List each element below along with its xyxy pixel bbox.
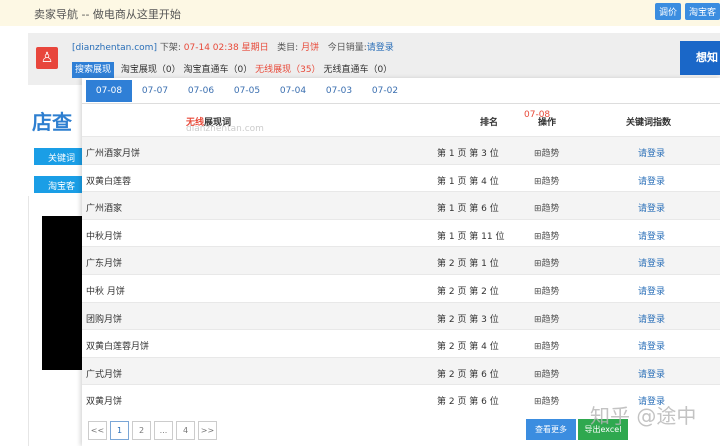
rank: 第 2 页 第 4 位	[437, 339, 499, 352]
table-row: 广州酒家月饼 第 1 页 第 3 位 ⊞趋势 请登录	[82, 136, 720, 164]
category-value: 月饼	[301, 43, 319, 53]
trend-link[interactable]: ⊞趋势	[534, 367, 560, 380]
tab-taobao-ztc[interactable]: 淘宝直通车（0）	[184, 65, 253, 75]
page-ellipsis: ...	[154, 421, 173, 440]
taobaoke-button[interactable]: 淘宝客	[685, 3, 720, 20]
trend-link[interactable]: ⊞趋势	[534, 174, 560, 187]
header-operation: 操作	[538, 115, 556, 128]
keyword-button[interactable]: 关键词	[34, 148, 82, 165]
page-4[interactable]: 4	[176, 421, 195, 440]
tab-wireless[interactable]: 无线展现（35）	[255, 65, 320, 75]
sales-label: 今日销量:	[328, 43, 367, 53]
adjust-price-button[interactable]: 调价	[655, 3, 681, 20]
keyword: 广州酒家月饼	[86, 146, 140, 159]
trend-link[interactable]: ⊞趋势	[534, 312, 560, 325]
login-link[interactable]: 请登录	[638, 367, 665, 380]
keyword: 广东月饼	[86, 256, 122, 269]
trend-link[interactable]: ⊞趋势	[534, 146, 560, 159]
page-1[interactable]: 1	[110, 421, 129, 440]
rank: 第 1 页 第 3 位	[437, 146, 499, 159]
trend-link[interactable]: ⊞趋势	[534, 229, 560, 242]
header-rank: 排名	[480, 115, 498, 128]
keyword: 广州酒家	[86, 201, 122, 214]
page-prev[interactable]: <<	[88, 421, 107, 440]
date-tab[interactable]: 07-07	[132, 80, 178, 102]
rank: 第 2 页 第 6 位	[437, 394, 499, 407]
login-link[interactable]: 请登录	[638, 174, 665, 187]
product-info: [dianzhentan.com] 下架: 07-14 02:38 星期日 类目…	[72, 40, 394, 53]
rank: 第 1 页 第 4 位	[437, 174, 499, 187]
rank: 第 1 页 第 11 位	[437, 229, 504, 242]
keyword: 广式月饼	[86, 367, 122, 380]
rank: 第 2 页 第 1 位	[437, 256, 499, 269]
site-logo: 店查	[32, 106, 72, 135]
table-row: 双黄白莲蓉 第 1 页 第 4 位 ⊞趋势 请登录	[82, 164, 720, 192]
date-tab[interactable]: 07-04	[270, 80, 316, 102]
exposure-tabs: 搜索展现 淘宝展现（0） 淘宝直通车（0） 无线展现（35） 无线直通车（0）	[72, 62, 392, 75]
login-link[interactable]: 请登录	[638, 339, 665, 352]
watermark-text: 知乎 @途中	[590, 400, 696, 429]
keyword-panel: 07-08 07-07 07-06 07-05 07-04 07-03 07-0…	[82, 78, 720, 446]
table-row: 中秋 月饼 第 2 页 第 2 位 ⊞趋势 请登录	[82, 274, 720, 302]
site-label: [dianzhentan.com]	[72, 43, 157, 53]
table-header: dianzhentan.com 无线展现词 排名 07-08 操作 关键词指数	[82, 106, 720, 136]
date-tab[interactable]: 07-08	[86, 80, 132, 102]
login-link[interactable]: 请登录	[638, 284, 665, 297]
tab-taobao[interactable]: 淘宝展现（0）	[121, 65, 181, 75]
date-tabs: 07-08 07-07 07-06 07-05 07-04 07-03 07-0…	[82, 78, 720, 104]
rank: 第 2 页 第 2 位	[437, 284, 499, 297]
keyword: 双黄白莲蓉月饼	[86, 339, 149, 352]
keyword: 团购月饼	[86, 312, 122, 325]
black-image	[42, 216, 82, 370]
category-label: 类目:	[277, 43, 298, 53]
login-link[interactable]: 请登录	[638, 312, 665, 325]
table-row: 广州酒家 第 1 页 第 6 位 ⊞趋势 请登录	[82, 191, 720, 219]
login-link[interactable]: 请登录	[638, 256, 665, 269]
table-row: 广式月饼 第 2 页 第 6 位 ⊞趋势 请登录	[82, 357, 720, 385]
trend-link[interactable]: ⊞趋势	[534, 339, 560, 352]
top-title: 卖家导航 -- 做电商从这里开始	[34, 6, 181, 22]
trend-link[interactable]: ⊞趋势	[534, 394, 560, 407]
ad-banner[interactable]: 想知	[680, 41, 720, 75]
page-next[interactable]: >>	[198, 421, 217, 440]
date-tab[interactable]: 07-05	[224, 80, 270, 102]
search-exposure-button[interactable]: 搜索展现	[72, 62, 114, 78]
login-link[interactable]: 请登录	[638, 229, 665, 242]
offline-label: 下架:	[160, 43, 181, 53]
trend-link[interactable]: ⊞趋势	[534, 256, 560, 269]
top-bar: 卖家导航 -- 做电商从这里开始 调价 淘宝客	[0, 0, 720, 26]
date-tab[interactable]: 07-06	[178, 80, 224, 102]
offline-time: 07-14 02:38 星期日	[184, 43, 269, 53]
keyword: 双黄白莲蓉	[86, 174, 131, 187]
header-index: 关键词指数	[626, 115, 671, 128]
header-watermark: dianzhentan.com	[186, 124, 264, 134]
rank: 第 2 页 第 6 位	[437, 367, 499, 380]
trend-link[interactable]: ⊞趋势	[534, 284, 560, 297]
date-tab[interactable]: 07-03	[316, 80, 362, 102]
table-row: 团购月饼 第 2 页 第 3 位 ⊞趋势 请登录	[82, 302, 720, 330]
login-link[interactable]: 请登录	[638, 146, 665, 159]
view-more-button[interactable]: 查看更多	[526, 419, 576, 440]
table-row: 广东月饼 第 2 页 第 1 位 ⊞趋势 请登录	[82, 246, 720, 274]
rank: 第 1 页 第 6 位	[437, 201, 499, 214]
rank: 第 2 页 第 3 位	[437, 312, 499, 325]
table-row: 双黄白莲蓉月饼 第 2 页 第 4 位 ⊞趋势 请登录	[82, 329, 720, 357]
tab-wireless-ztc[interactable]: 无线直通车（0）	[323, 65, 392, 75]
page-2[interactable]: 2	[132, 421, 151, 440]
date-tab[interactable]: 07-02	[362, 80, 408, 102]
table-row: 中秋月饼 第 1 页 第 11 位 ⊞趋势 请登录	[82, 219, 720, 247]
sales-login-link[interactable]: 请登录	[367, 43, 394, 53]
trend-link[interactable]: ⊞趋势	[534, 201, 560, 214]
keyword: 中秋月饼	[86, 229, 122, 242]
pagination: << 1 2 ... 4 >>	[88, 421, 217, 440]
keyword: 双黄月饼	[86, 394, 122, 407]
login-link[interactable]: 请登录	[638, 201, 665, 214]
taobaoke-left-button[interactable]: 淘宝客	[34, 176, 82, 193]
keyword: 中秋 月饼	[86, 284, 125, 297]
app-logo-icon: ♙	[36, 47, 58, 69]
